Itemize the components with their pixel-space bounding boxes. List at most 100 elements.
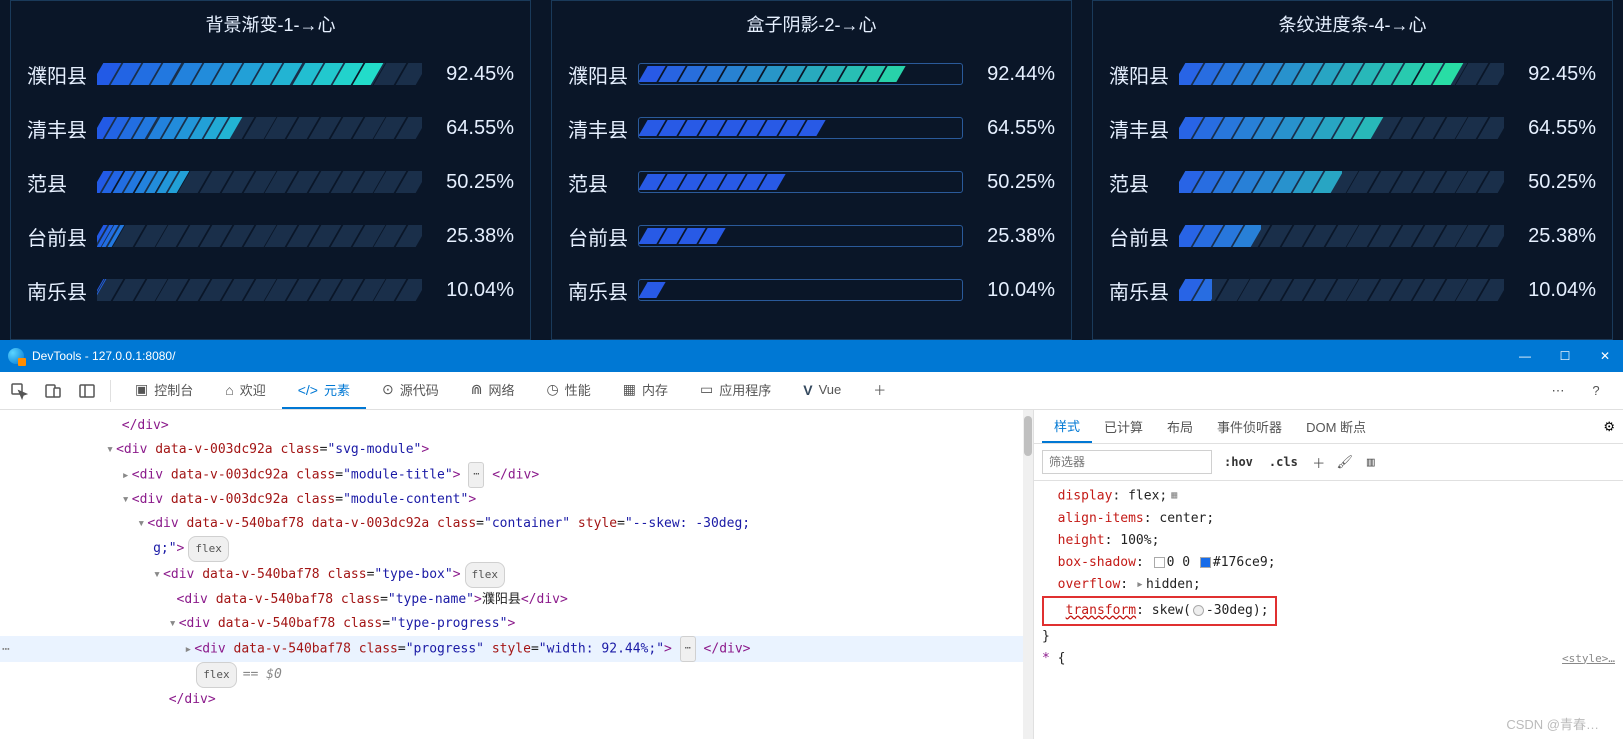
tab-sources[interactable]: ⊙源代码 bbox=[366, 372, 455, 409]
panel-gradient: 背景渐变-1-→心 濮阳县92.45%清丰县64.55%范县50.25%台前县2… bbox=[10, 0, 531, 340]
dom-line[interactable]: ▾<div data-v-540baf78 class="type-progre… bbox=[0, 612, 1033, 636]
tab-welcome[interactable]: ⌂欢迎 bbox=[209, 372, 281, 409]
tab-application[interactable]: ▭应用程序 bbox=[684, 372, 787, 409]
dom-line[interactable]: <div data-v-540baf78 class="type-name">濮… bbox=[0, 588, 1033, 612]
tab-vue[interactable]: VVue bbox=[787, 372, 857, 409]
dom-line[interactable]: ▾<div data-v-540baf78 data-v-003dc92a cl… bbox=[0, 512, 1033, 536]
dom-line[interactable]: flex== $0 bbox=[0, 662, 1033, 688]
row-name: 台前县 bbox=[27, 222, 97, 251]
watermark: CSDN @青春… bbox=[1506, 714, 1599, 733]
tab-add[interactable]: ＋ bbox=[857, 372, 902, 409]
row-name: 清丰县 bbox=[568, 114, 638, 143]
tab-performance[interactable]: ◷性能 bbox=[531, 372, 607, 409]
dom-line-selected[interactable]: ▸<div data-v-540baf78 class="progress" s… bbox=[0, 636, 1033, 662]
scrollbar-thumb[interactable] bbox=[1024, 416, 1032, 456]
toolbar-right: ⋯ ? bbox=[1547, 380, 1615, 402]
style-source-link[interactable]: <style>… bbox=[1562, 648, 1615, 670]
breakpoint-gutter-icon[interactable]: ⋯ bbox=[2, 642, 11, 657]
wifi-icon: ⋒ bbox=[471, 381, 483, 398]
flex-badge[interactable]: flex bbox=[465, 562, 506, 588]
progress-row: 南乐县10.04% bbox=[568, 269, 1055, 311]
progress-row: 南乐县10.04% bbox=[1109, 269, 1596, 311]
ellipsis-icon[interactable]: ⋯ bbox=[468, 462, 484, 488]
dom-line[interactable]: ▾<div data-v-540baf78 class="type-box">f… bbox=[0, 562, 1033, 588]
toolbar-icons-left bbox=[8, 380, 111, 402]
tab-network[interactable]: ⋒网络 bbox=[455, 372, 531, 409]
css-line[interactable]: overflow: ▸hidden; bbox=[1042, 574, 1615, 596]
styles-tab-dom-bp[interactable]: DOM 断点 bbox=[1294, 410, 1378, 443]
tab-console[interactable]: ▣控制台 bbox=[119, 372, 209, 409]
window-icon: ▭ bbox=[700, 381, 713, 398]
flex-badge[interactable]: flex bbox=[188, 536, 229, 562]
ellipsis-icon[interactable]: ⋯ bbox=[680, 636, 696, 662]
css-line[interactable]: align-items: center; bbox=[1042, 508, 1615, 530]
progress-row: 濮阳县92.45% bbox=[1109, 53, 1596, 95]
gear-icon[interactable]: ⚙ bbox=[1603, 419, 1615, 435]
more-icon[interactable]: ⋯ bbox=[1547, 380, 1569, 402]
dom-line[interactable]: g;">flex bbox=[0, 536, 1033, 562]
row-percent: 25.38% bbox=[975, 225, 1055, 248]
styles-tab-layout[interactable]: 布局 bbox=[1155, 410, 1205, 443]
minimize-button[interactable]: — bbox=[1515, 349, 1535, 363]
progress-bar bbox=[97, 63, 422, 85]
plus-icon[interactable]: ＋ bbox=[1310, 453, 1328, 471]
filter-input[interactable] bbox=[1042, 450, 1212, 474]
dom-line[interactable]: </div> bbox=[0, 414, 1033, 438]
row-percent: 50.25% bbox=[434, 171, 514, 194]
progress-row: 范县50.25% bbox=[568, 161, 1055, 203]
row-name: 范县 bbox=[27, 168, 97, 197]
tab-elements[interactable]: </>元素 bbox=[282, 372, 366, 409]
close-button[interactable]: ✕ bbox=[1595, 349, 1615, 363]
bug-icon: ⊙ bbox=[382, 381, 394, 398]
tab-memory[interactable]: ▦内存 bbox=[607, 372, 684, 409]
css-rules[interactable]: display: flex;▦ align-items: center; hei… bbox=[1034, 481, 1623, 674]
css-line[interactable]: } bbox=[1042, 626, 1615, 648]
color-swatch[interactable] bbox=[1200, 557, 1211, 568]
panel-toggle-icon[interactable] bbox=[76, 380, 98, 402]
progress-bar bbox=[1179, 63, 1504, 85]
dom-pane[interactable]: ⋯ </div> ▾<div data-v-003dc92a class="sv… bbox=[0, 410, 1033, 739]
cls-button[interactable]: .cls bbox=[1265, 453, 1302, 471]
hov-button[interactable]: :hov bbox=[1220, 453, 1257, 471]
devtools-window: DevTools - 127.0.0.1:8080/ — ☐ ✕ ▣控制台 ⌂欢… bbox=[0, 340, 1623, 739]
gauge-icon: ◷ bbox=[547, 381, 559, 398]
brush-icon[interactable]: 🖌 bbox=[1336, 453, 1354, 471]
maximize-button[interactable]: ☐ bbox=[1555, 349, 1575, 363]
row-name: 台前县 bbox=[1109, 222, 1179, 251]
panel-icon[interactable]: ▥ bbox=[1362, 453, 1380, 471]
titlebar[interactable]: DevTools - 127.0.0.1:8080/ — ☐ ✕ bbox=[0, 340, 1623, 372]
styles-tab-styles[interactable]: 样式 bbox=[1042, 410, 1092, 443]
css-line[interactable]: box-shadow: 0 0 #176ce9; bbox=[1042, 552, 1615, 574]
warning-badge bbox=[18, 358, 26, 366]
plus-icon: ＋ bbox=[873, 380, 886, 399]
progress-bar bbox=[638, 63, 963, 85]
row-name: 濮阳县 bbox=[1109, 60, 1179, 89]
device-icon[interactable] bbox=[42, 380, 64, 402]
chip-icon: ▦ bbox=[623, 381, 636, 398]
help-icon[interactable]: ? bbox=[1585, 380, 1607, 402]
styles-tab-listeners[interactable]: 事件侦听器 bbox=[1205, 410, 1294, 443]
progress-bar bbox=[638, 171, 963, 193]
scrollbar[interactable] bbox=[1023, 410, 1033, 739]
rows-container: 濮阳县92.45%清丰县64.55%范县50.25%台前县25.38%南乐县10… bbox=[27, 53, 514, 311]
css-line[interactable]: display: flex;▦ bbox=[1042, 485, 1615, 508]
dom-line[interactable]: ▸<div data-v-003dc92a class="module-titl… bbox=[0, 462, 1033, 488]
shadow-swatch[interactable] bbox=[1154, 557, 1165, 568]
progress-row: 南乐县10.04% bbox=[27, 269, 514, 311]
flex-badge[interactable]: flex bbox=[196, 662, 237, 688]
progress-row: 濮阳县92.45% bbox=[27, 53, 514, 95]
highlighted-css-rule[interactable]: transform: skew(-30deg); bbox=[1042, 596, 1277, 626]
flex-grid-icon[interactable]: ▦ bbox=[1171, 485, 1177, 507]
dom-line[interactable]: ▾<div data-v-003dc92a class="module-cont… bbox=[0, 488, 1033, 512]
styles-tab-computed[interactable]: 已计算 bbox=[1092, 410, 1155, 443]
panel-title: 条纹进度条-4-→心 bbox=[1109, 11, 1596, 37]
progress-bar bbox=[1179, 225, 1504, 247]
progress-bar bbox=[97, 171, 422, 193]
css-line[interactable]: * {<style>… bbox=[1042, 648, 1615, 670]
css-line[interactable]: height: 100%; bbox=[1042, 530, 1615, 552]
expand-icon[interactable]: ▸ bbox=[1136, 574, 1146, 596]
dom-line[interactable]: ▾<div data-v-003dc92a class="svg-module"… bbox=[0, 438, 1033, 462]
dom-line[interactable]: </div> bbox=[0, 688, 1033, 712]
inspect-icon[interactable] bbox=[8, 380, 30, 402]
angle-swatch[interactable] bbox=[1193, 605, 1204, 616]
